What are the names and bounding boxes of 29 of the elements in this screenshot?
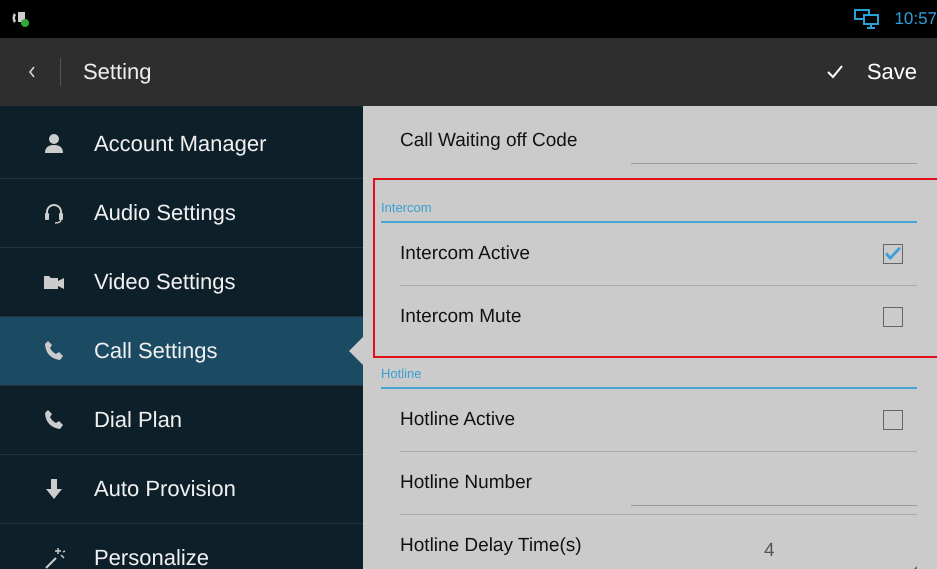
setting-label: Hotline Number (400, 472, 532, 494)
phone-status-icon (10, 10, 30, 28)
person-icon (42, 132, 66, 156)
setting-label: Hotline Delay Time(s) (400, 535, 582, 557)
setting-label: Call Waiting off Code (400, 130, 578, 152)
back-chevron-icon (28, 66, 36, 78)
sidebar-item[interactable]: Personalize (0, 524, 363, 569)
setting-label: Intercom Active (400, 243, 530, 265)
sidebar-item[interactable]: Account Manager (0, 110, 363, 179)
checkbox[interactable] (883, 307, 903, 327)
section-header: Hotline (381, 358, 917, 389)
sidebar-item[interactable]: Audio Settings (0, 179, 363, 248)
section-header: Intercom (381, 192, 917, 223)
sidebar-item[interactable]: Auto Provision (0, 455, 363, 524)
checkbox[interactable] (883, 410, 903, 430)
dropdown[interactable]: 4 (632, 524, 917, 569)
clock: 10:57 (894, 9, 937, 29)
phone-icon (42, 408, 66, 432)
phone-icon (42, 339, 66, 363)
page-title: Setting (83, 59, 152, 85)
sidebar-item[interactable]: Dial Plan (0, 386, 363, 455)
sidebar-item[interactable]: Call Settings (0, 317, 363, 386)
setting-label: Intercom Mute (400, 306, 522, 328)
network-icon (854, 9, 880, 29)
checkmark-icon (826, 65, 843, 79)
headset-icon (42, 201, 66, 225)
save-button[interactable]: Save (816, 49, 937, 95)
checkbox[interactable] (883, 244, 903, 264)
setting-label: Hotline Active (400, 409, 516, 431)
